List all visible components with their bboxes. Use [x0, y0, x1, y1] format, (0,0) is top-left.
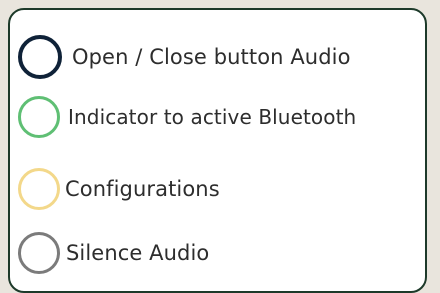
legend-item-open-close-audio: Open / Close button Audio: [18, 35, 351, 79]
legend-label-bluetooth-indicator: Indicator to active Bluetooth: [68, 105, 357, 129]
legend-label-silence-audio: Silence Audio: [66, 241, 210, 265]
legend-item-configurations: Configurations: [18, 168, 220, 210]
legend-label-configurations: Configurations: [65, 177, 220, 201]
legend-item-silence-audio: Silence Audio: [18, 232, 209, 274]
gray-circle-icon: [18, 232, 60, 274]
legend-label-open-close-audio: Open / Close button Audio: [72, 45, 351, 69]
yellow-circle-icon: [18, 168, 60, 210]
green-circle-icon: [18, 96, 60, 138]
dark-navy-circle-icon: [18, 35, 62, 79]
legend-item-bluetooth-indicator: Indicator to active Bluetooth: [18, 96, 356, 138]
legend-card: Open / Close button Audio Indicator to a…: [8, 8, 427, 293]
